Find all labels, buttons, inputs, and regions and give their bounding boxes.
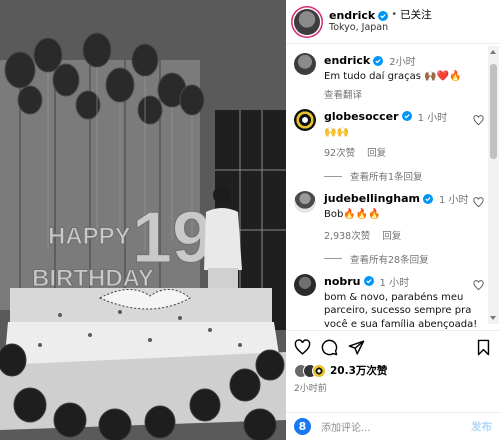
replies-divider	[324, 258, 342, 259]
scroll-up-arrow-icon[interactable]	[490, 50, 496, 54]
share-paper-plane-icon[interactable]	[348, 339, 365, 356]
view-replies-label: 查看所有28条回复	[350, 254, 429, 266]
follow-status-button[interactable]: 已关注	[400, 9, 432, 22]
birthday-room-image: HAPPY BIRTHDAY 19	[0, 0, 286, 440]
happy-balloons: HAPPY	[48, 223, 131, 250]
replies-divider	[324, 175, 342, 177]
commenter-username[interactable]: endrick	[324, 54, 370, 67]
post-comment-button[interactable]: 发布	[471, 419, 492, 434]
comment-time[interactable]: 1 小时	[418, 109, 448, 124]
post-header: endrick • 已关注 Tokyo, Japan	[286, 0, 500, 44]
commenter-username[interactable]: globesoccer	[324, 110, 399, 123]
comments-list: endrick 2小时 Em tudo daí graças 🙌🏾❤️🔥 查看翻…	[286, 45, 486, 344]
posted-time[interactable]: 2小时前	[286, 378, 500, 394]
liker-avatar[interactable]	[312, 363, 326, 378]
comment-time[interactable]: 1 小时	[439, 191, 469, 206]
comment-time[interactable]: 2小时	[389, 53, 415, 68]
comment-input[interactable]: 添加评论...	[321, 419, 471, 434]
comment-item: globesoccer 1 小时 🙌🙌 92次赞 回复	[286, 101, 486, 159]
post-location[interactable]: Tokyo, Japan	[329, 22, 432, 34]
like-comment-heart-icon[interactable]	[473, 279, 484, 291]
save-bookmark-icon[interactable]	[475, 339, 492, 356]
comment-text: 🙌🙌	[324, 126, 349, 138]
comment-like-count[interactable]: 2,938次赞	[324, 228, 370, 242]
comment-text: Bob🔥🔥🔥	[324, 209, 381, 220]
caption-comment: endrick 2小时 Em tudo daí graças 🙌🏾❤️🔥 查看翻…	[286, 45, 486, 101]
verified-badge-icon	[401, 111, 412, 121]
number-balloons: 19	[132, 198, 212, 278]
verified-badge-icon	[363, 276, 374, 286]
like-comment-heart-icon[interactable]	[473, 114, 484, 126]
post-details-panel: endrick • 已关注 Tokyo, Japan endrick 2小时 E…	[286, 0, 500, 440]
comment-like-count[interactable]: 92次赞	[324, 145, 355, 159]
comment-time[interactable]: 1 小时	[380, 274, 410, 289]
emoji-icon[interactable]: 8	[294, 418, 311, 435]
commenter-avatar[interactable]	[294, 191, 316, 213]
commenter-avatar[interactable]	[294, 53, 316, 75]
view-replies-button[interactable]: 查看所有28条回复	[324, 252, 486, 266]
commenter-avatar[interactable]	[294, 108, 316, 131]
comment-item: nobru 1 小时 bom & novo, parabéns meu parc…	[286, 266, 486, 332]
author-username[interactable]: endrick	[329, 9, 375, 23]
comment-text: Em tudo daí graças 🙌🏾❤️🔥	[324, 71, 462, 82]
scrollbar-thumb[interactable]	[490, 64, 497, 159]
verified-badge-icon	[373, 55, 384, 66]
see-translation-link[interactable]: 查看翻译	[324, 87, 478, 101]
like-comment-heart-icon[interactable]	[473, 197, 484, 208]
comments-scrollbar[interactable]	[488, 46, 499, 324]
verified-badge-icon	[423, 193, 434, 204]
comment-bubble-icon[interactable]	[321, 339, 338, 356]
view-replies-label: 查看所有1条回复	[350, 172, 423, 183]
verified-badge-icon	[378, 10, 389, 21]
author-avatar[interactable]	[294, 8, 320, 35]
commenter-username[interactable]: nobru	[324, 275, 361, 288]
likes-count[interactable]: 20.3万次赞	[330, 363, 387, 378]
commenter-username[interactable]: judebellingham	[324, 192, 420, 205]
post-photo[interactable]: HAPPY BIRTHDAY 19	[0, 0, 286, 440]
comment-text: bom & novo, parabéns meu parceiro, suces…	[324, 291, 478, 330]
comment-item: judebellingham 1 小时 Bob🔥🔥🔥 2,938次赞 回复	[286, 183, 486, 242]
commenter-avatar[interactable]	[294, 273, 316, 296]
like-heart-icon[interactable]	[294, 339, 311, 356]
reply-button[interactable]: 回复	[382, 228, 401, 242]
reply-button[interactable]: 回复	[367, 145, 386, 159]
view-replies-button[interactable]: 查看所有1条回复	[324, 169, 486, 183]
add-comment-bar: 8 添加评论... 发布	[286, 412, 500, 440]
scroll-down-arrow-icon[interactable]	[490, 316, 496, 320]
